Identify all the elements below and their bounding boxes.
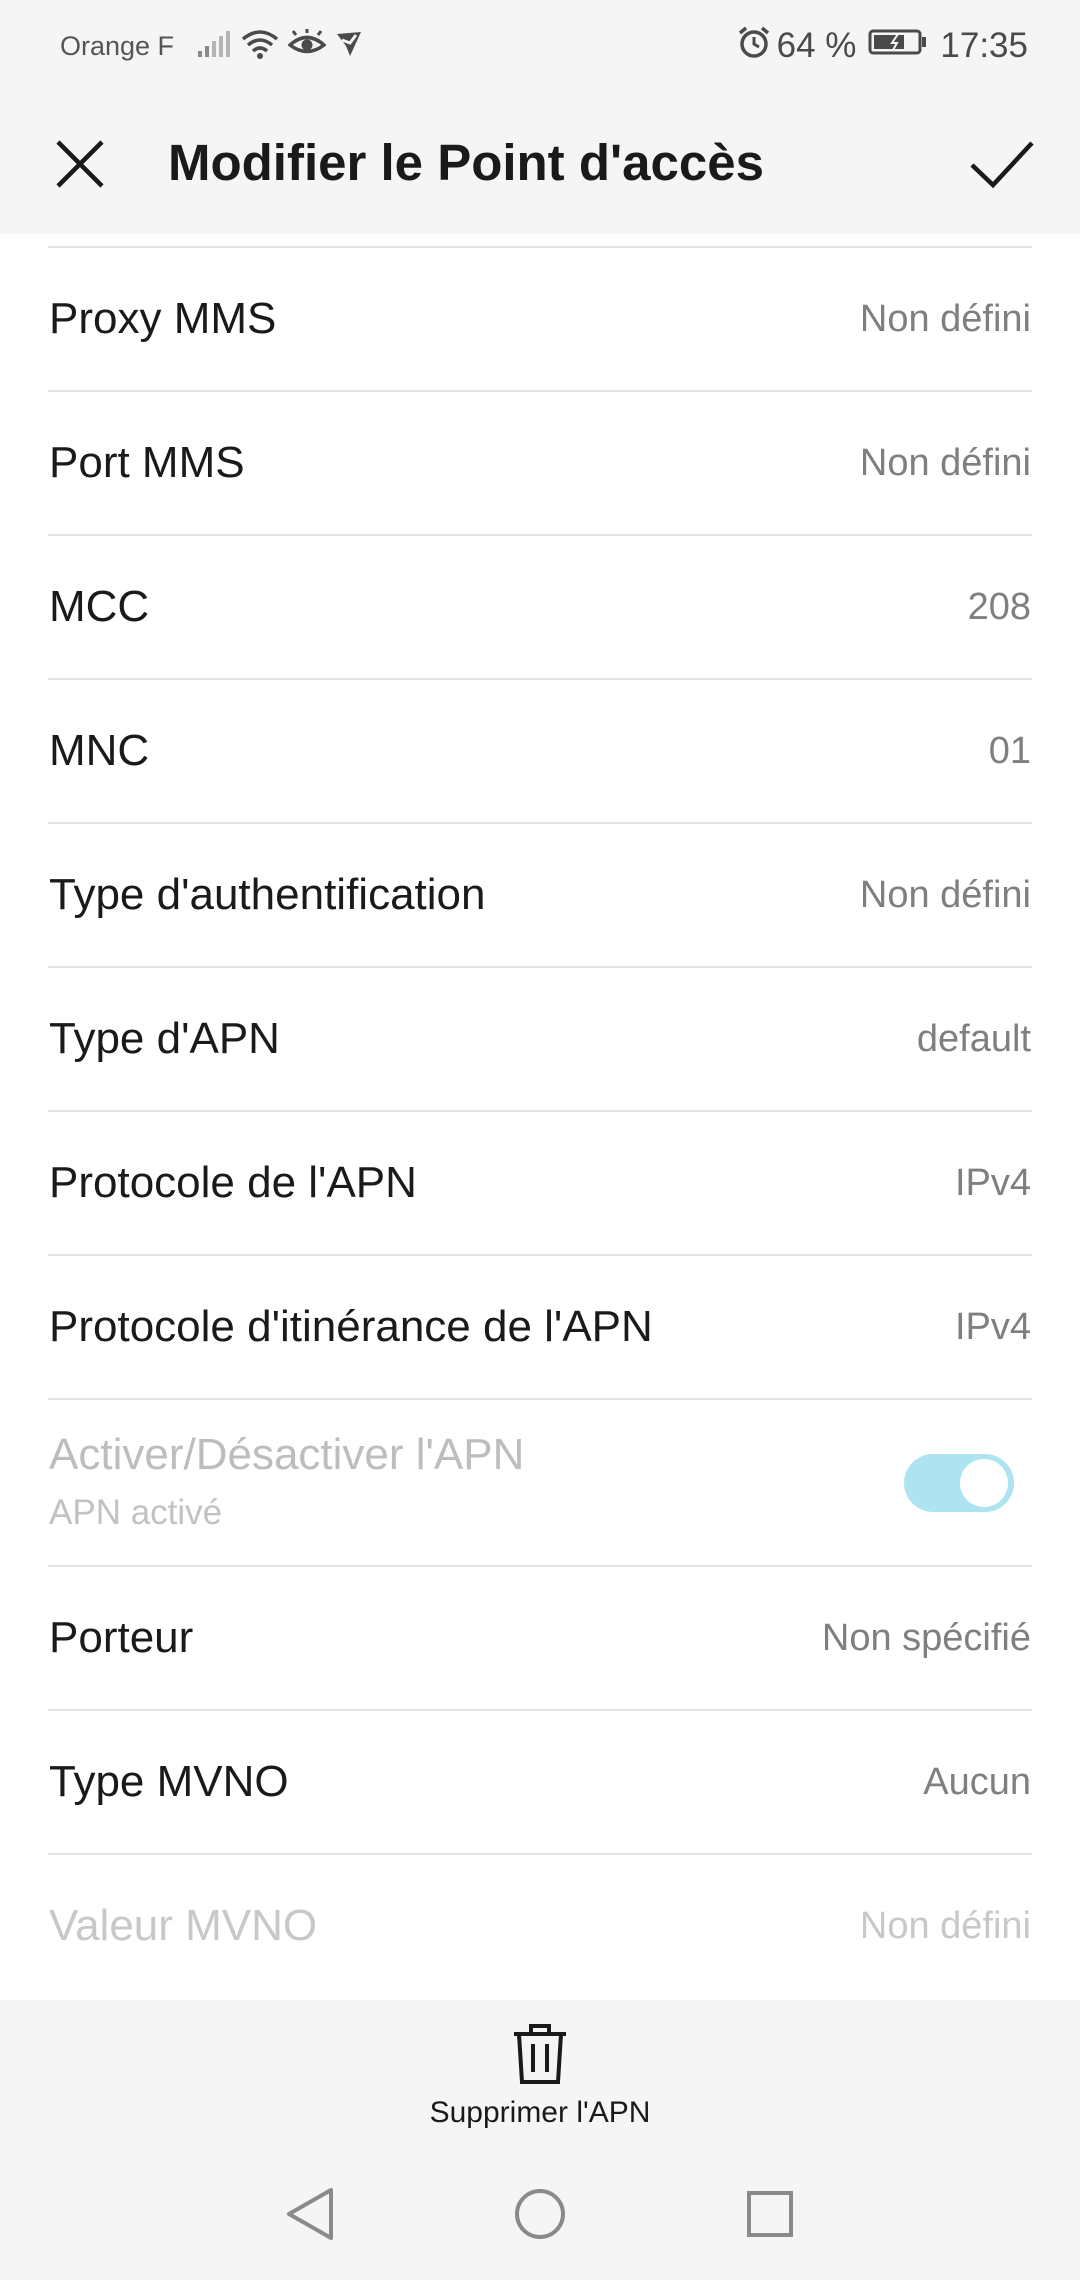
page-title: Modifier le Point d'accès <box>168 134 764 191</box>
setting-row-apn-type[interactable]: Type d'APN default <box>48 968 1032 1112</box>
setting-value: Non défini <box>859 442 1031 484</box>
setting-row-apn-protocol[interactable]: Protocole de l'APN IPv4 <box>48 1112 1032 1256</box>
setting-label: Type d'authentification <box>49 870 486 919</box>
recents-button[interactable] <box>738 2182 802 2246</box>
back-button[interactable] <box>278 2182 342 2246</box>
battery-percent: 64 % <box>776 26 857 65</box>
notification-app-icon <box>334 29 364 64</box>
apn-edit-screen: Orange F 64 % 17:35 Modifier le Point d'… <box>0 0 1080 2280</box>
setting-value: IPv4 <box>954 1162 1031 1204</box>
delete-apn-button[interactable]: Supprimer l'APN <box>390 2022 690 2142</box>
setting-row-roaming-protocol[interactable]: Protocole d'itinérance de l'APN IPv4 <box>48 1256 1032 1400</box>
setting-row-mvno-type[interactable]: Type MVNO Aucun <box>48 1711 1032 1855</box>
signal-icon <box>196 29 232 64</box>
setting-row-apn-enable: Activer/Désactiver l'APN APN activé <box>48 1400 1032 1567</box>
close-icon <box>56 140 104 188</box>
setting-value: Non défini <box>859 1905 1031 1947</box>
clock: 17:35 <box>940 26 1028 65</box>
setting-row-mcc[interactable]: MCC 208 <box>48 536 1032 680</box>
setting-row-proxy-mms[interactable]: Proxy MMS Non défini <box>48 248 1032 392</box>
eye-comfort-icon <box>287 28 327 64</box>
setting-label: Activer/Désactiver l'APN <box>49 1430 525 1479</box>
close-button[interactable] <box>48 132 112 196</box>
delete-apn-label: Supprimer l'APN <box>429 2096 651 2129</box>
alarm-icon <box>737 25 771 68</box>
status-bar-left: Orange F <box>60 0 372 92</box>
setting-row-bearer[interactable]: Porteur Non spécifié <box>48 1567 1032 1711</box>
setting-value: Non spécifié <box>821 1617 1031 1659</box>
setting-value: 208 <box>967 586 1031 628</box>
setting-value: IPv4 <box>954 1306 1031 1348</box>
wifi-icon <box>240 28 280 65</box>
list-divider <box>48 234 1032 248</box>
app-header: Modifier le Point d'accès <box>0 92 1080 234</box>
setting-label: Porteur <box>49 1613 194 1662</box>
back-icon <box>287 2188 333 2240</box>
setting-value: Non défini <box>859 298 1031 340</box>
setting-label: Port MMS <box>49 438 245 487</box>
setting-label: Protocole de l'APN <box>49 1158 417 1207</box>
setting-label: Proxy MMS <box>49 294 277 343</box>
carrier-name: Orange F <box>60 30 175 61</box>
recents-icon <box>747 2191 793 2237</box>
setting-value: Non défini <box>859 874 1031 916</box>
apn-enable-toggle[interactable] <box>904 1454 1014 1512</box>
setting-row-auth-type[interactable]: Type d'authentification Non défini <box>48 824 1032 968</box>
setting-label: MNC <box>49 726 150 775</box>
setting-row-mvno-value: Valeur MVNO Non défini <box>48 1855 1032 1999</box>
home-icon <box>515 2189 565 2239</box>
checkmark-icon <box>970 141 1034 189</box>
setting-label: MCC <box>49 582 150 631</box>
setting-label: Type MVNO <box>49 1757 289 1806</box>
setting-value: default <box>916 1018 1031 1060</box>
setting-value: 01 <box>988 730 1031 772</box>
setting-row-mnc[interactable]: MNC 01 <box>48 680 1032 824</box>
apn-settings-list: Proxy MMS Non défini Port MMS Non défini… <box>48 234 1032 1999</box>
setting-label: Type d'APN <box>49 1014 280 1063</box>
battery-icon <box>868 26 928 66</box>
setting-sublabel: APN activé <box>49 1493 223 1532</box>
setting-value: Aucun <box>923 1761 1031 1803</box>
bottom-action-bar: Supprimer l'APN <box>0 2000 1080 2150</box>
setting-label: Protocole d'itinérance de l'APN <box>49 1302 653 1351</box>
home-button[interactable] <box>508 2182 572 2246</box>
navigation-bar <box>0 2150 1080 2280</box>
confirm-button[interactable] <box>966 130 1038 198</box>
status-bar-right: 64 % 17:35 <box>737 0 1028 92</box>
setting-row-port-mms[interactable]: Port MMS Non défini <box>48 392 1032 536</box>
toggle-knob <box>960 1459 1008 1507</box>
status-bar: Orange F 64 % 17:35 <box>0 0 1080 92</box>
setting-label: Valeur MVNO <box>49 1901 318 1950</box>
trash-icon <box>514 2024 566 2084</box>
